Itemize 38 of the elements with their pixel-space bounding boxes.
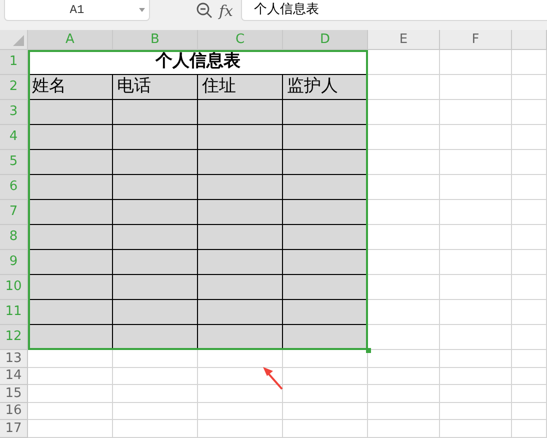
column-header[interactable]: [512, 30, 547, 50]
fill-handle[interactable]: [366, 348, 371, 353]
row-header[interactable]: 16: [0, 402, 28, 420]
header-cell: 电话: [113, 75, 198, 100]
column-header[interactable]: D: [283, 30, 368, 50]
row-header[interactable]: 4: [0, 125, 28, 150]
header-cell: 姓名: [28, 75, 113, 100]
row-header[interactable]: 9: [0, 250, 28, 275]
row-header[interactable]: 17: [0, 420, 28, 438]
caret-icon[interactable]: [139, 8, 145, 12]
row-header[interactable]: 7: [0, 200, 28, 225]
row-header[interactable]: 5: [0, 150, 28, 175]
row-header[interactable]: 13: [0, 350, 28, 368]
row-header[interactable]: 6: [0, 175, 28, 200]
row-header[interactable]: 12: [0, 325, 28, 350]
column-header[interactable]: A: [28, 30, 113, 50]
column-header[interactable]: E: [368, 30, 440, 50]
row-header[interactable]: 8: [0, 225, 28, 250]
column-header[interactable]: C: [198, 30, 283, 50]
formula-field[interactable]: 个人信息表: [241, 0, 547, 21]
row-header[interactable]: 10: [0, 275, 28, 300]
row-header[interactable]: 14: [0, 368, 28, 386]
row-header[interactable]: 2: [0, 75, 28, 100]
column-header[interactable]: B: [113, 30, 198, 50]
table-title: 个人信息表: [28, 50, 368, 75]
name-box[interactable]: A1: [4, 0, 150, 21]
select-all-corner[interactable]: [0, 30, 28, 50]
column-header[interactable]: F: [440, 30, 512, 50]
row-header[interactable]: 3: [0, 100, 28, 125]
zoom-icon[interactable]: [196, 2, 213, 19]
fx-label[interactable]: fx: [219, 0, 234, 22]
row-header[interactable]: 15: [0, 385, 28, 403]
header-cell: 住址: [198, 75, 283, 100]
row-header[interactable]: 11: [0, 300, 28, 325]
header-cell: 监护人: [283, 75, 368, 100]
corner-triangle-icon: [13, 35, 24, 46]
row-header[interactable]: 1: [0, 50, 28, 75]
arrow-annotation: [262, 366, 284, 390]
